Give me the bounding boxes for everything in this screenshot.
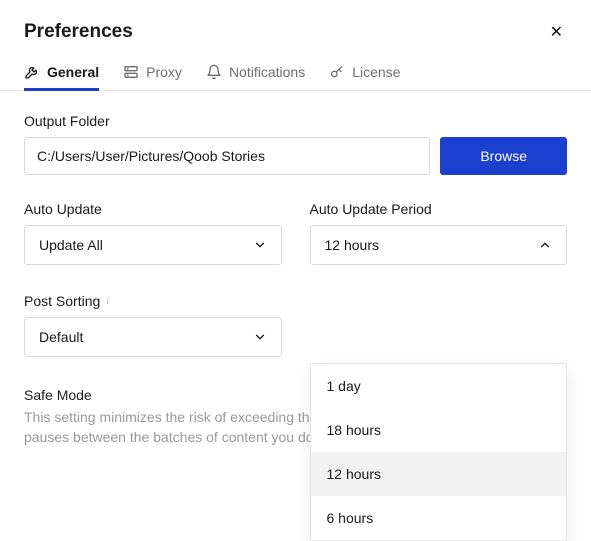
- chevron-up-icon: [538, 238, 552, 252]
- output-folder-input[interactable]: [24, 137, 430, 175]
- auto-update-period-label: Auto Update Period: [310, 201, 568, 217]
- close-icon: ✕: [550, 24, 563, 41]
- dropdown-option[interactable]: 12 hours: [311, 452, 567, 496]
- post-sorting-select[interactable]: Default: [24, 317, 282, 357]
- key-icon: [329, 64, 345, 80]
- dropdown-option[interactable]: 18 hours: [311, 408, 567, 452]
- bell-icon: [206, 64, 222, 80]
- output-folder-label: Output Folder: [24, 113, 567, 129]
- wrench-icon: [24, 64, 40, 80]
- dropdown-option[interactable]: 1 day: [311, 364, 567, 408]
- close-button[interactable]: ✕: [546, 20, 567, 44]
- auto-update-period-dropdown: 1 day 18 hours 12 hours 6 hours: [310, 363, 568, 541]
- tab-label: License: [352, 64, 400, 80]
- auto-update-period-select[interactable]: 12 hours: [310, 225, 568, 265]
- tab-license[interactable]: License: [329, 58, 400, 90]
- browse-button[interactable]: Browse: [440, 137, 567, 175]
- tab-label: Notifications: [229, 64, 305, 80]
- page-title: Preferences: [24, 21, 133, 43]
- post-sorting-label: Post Sorting: [24, 293, 100, 309]
- chevron-down-icon: [253, 238, 267, 252]
- select-value: Update All: [39, 237, 103, 253]
- tab-proxy[interactable]: Proxy: [123, 58, 182, 90]
- server-icon: [123, 64, 139, 80]
- info-icon: i: [106, 295, 109, 307]
- select-value: Default: [39, 329, 83, 345]
- auto-update-select[interactable]: Update All: [24, 225, 282, 265]
- tab-label: General: [47, 64, 99, 80]
- chevron-down-icon: [253, 330, 267, 344]
- dropdown-option[interactable]: 6 hours: [311, 496, 567, 540]
- select-value: 12 hours: [325, 237, 379, 253]
- tab-label: Proxy: [146, 64, 182, 80]
- tab-general[interactable]: General: [24, 58, 99, 90]
- tab-notifications[interactable]: Notifications: [206, 58, 305, 90]
- tab-bar: General Proxy Notifications License: [0, 58, 591, 91]
- auto-update-label: Auto Update: [24, 201, 282, 217]
